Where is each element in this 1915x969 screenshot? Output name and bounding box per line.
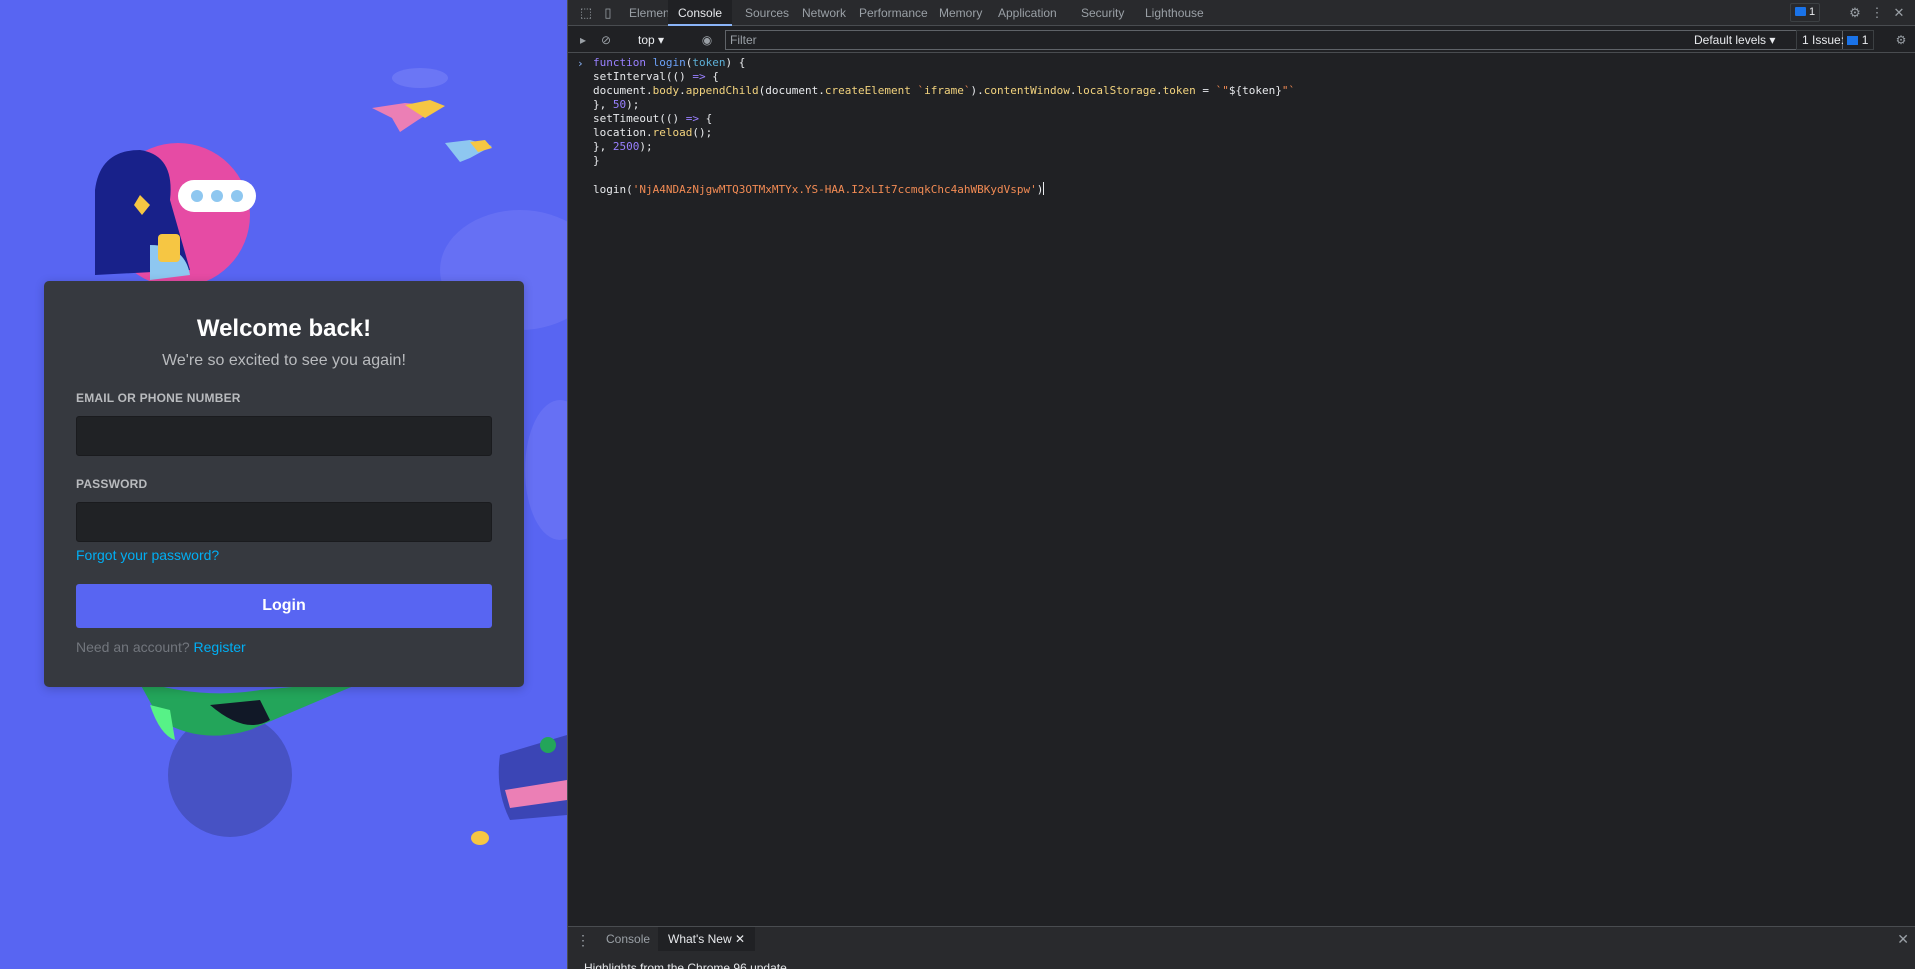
inspect-element-icon[interactable]: ⬚ [577, 4, 595, 22]
cloud-shape [392, 68, 448, 88]
live-expression-eye-icon[interactable]: ◉ [698, 31, 716, 49]
character-phone [158, 234, 180, 262]
more-options-icon[interactable]: ⋮ [1868, 4, 1886, 22]
issues-button[interactable]: 1 Issue: 1 [1796, 30, 1875, 50]
tab-memory[interactable]: Memory [929, 0, 992, 26]
context-label: top [638, 33, 655, 47]
tab-lighthouse[interactable]: Lighthouse [1135, 0, 1214, 26]
bubble-dot [231, 190, 243, 202]
login-title: Welcome back! [196, 315, 372, 342]
devtools-tabbar: ⬚ ▯ Elements Console Sources Network Per… [568, 0, 1915, 26]
console-prompt-chevron-icon: › [577, 57, 584, 70]
text-cursor [1043, 182, 1045, 195]
sidebar-toggle-icon[interactable]: ▸ [574, 31, 592, 49]
drawer-menu-icon[interactable]: ⋮ [576, 932, 590, 949]
code-line: function login(token) { [593, 56, 746, 69]
login-card: Welcome back! We're so excited to see yo… [44, 281, 524, 687]
console-settings-gear-icon[interactable]: ⚙ [1892, 31, 1910, 49]
bubble-dot [211, 190, 223, 202]
tab-network[interactable]: Network [792, 0, 856, 26]
decor-drop [471, 831, 489, 845]
close-devtools-icon[interactable]: ✕ [1890, 4, 1908, 22]
bubble-dot [191, 190, 203, 202]
decor-knob [540, 737, 556, 753]
device-toolbar-icon[interactable]: ▯ [599, 4, 617, 22]
need-account-text: Need an account? Register [76, 639, 246, 655]
close-drawer-icon[interactable]: ✕ [1897, 931, 1909, 948]
email-input[interactable] [76, 416, 492, 456]
code-line: setInterval(() => { [593, 70, 719, 83]
issue-message-icon [1847, 36, 1859, 45]
drawer-tab-whats-new[interactable]: What's New ✕ [658, 927, 756, 951]
code-line: location.reload(); [593, 126, 713, 139]
whats-new-heading: Highlights from the Chrome 96 update [584, 961, 787, 969]
login-button[interactable]: Login [76, 584, 492, 628]
code-line: document.body.appendChild(document.creat… [593, 84, 1296, 97]
log-levels-label: Default levels [1694, 33, 1767, 47]
devtools-drawer: ⋮ Console What's New ✕ ✕ Highlights from… [568, 926, 1915, 969]
drawer-tab-whats-new-label: What's New [668, 932, 732, 946]
cloud-shape [525, 400, 567, 540]
register-link[interactable]: Register [194, 639, 246, 655]
console-toolbar: ▸ ⊘ top ▾ ◉ Default levels ▾ 1 Issue: 1 … [568, 27, 1915, 53]
console-output[interactable]: › function login(token) { setInterval(()… [568, 54, 1915, 924]
code-line: login('NjA4NDAzNjgwMTQ3OTMxMTYx.YS-HAA.I… [593, 182, 1045, 196]
code-line: }, 2500); [593, 140, 653, 153]
settings-gear-icon[interactable]: ⚙ [1846, 4, 1864, 22]
messages-badge[interactable]: 1 [1790, 3, 1821, 22]
need-account-label: Need an account? [76, 639, 190, 655]
forgot-password-link[interactable]: Forgot your password? [76, 547, 219, 563]
email-label: EMAIL OR PHONE NUMBER [76, 391, 241, 405]
console-filter-input[interactable] [725, 30, 1843, 50]
close-tab-icon[interactable]: ✕ [735, 932, 745, 946]
issues-count: 1 [1861, 33, 1869, 47]
issues-label: 1 Issue: [1802, 33, 1845, 47]
login-page: Welcome back! We're so excited to see yo… [0, 0, 567, 969]
tab-performance[interactable]: Performance [849, 0, 938, 26]
tab-security[interactable]: Security [1071, 0, 1134, 26]
password-label: PASSWORD [76, 477, 148, 491]
tab-sources[interactable]: Sources [735, 0, 799, 26]
code-line: } [593, 154, 600, 167]
message-icon [1795, 7, 1806, 16]
context-selector[interactable]: top ▾ [638, 31, 664, 49]
drawer-tab-console[interactable]: Console [596, 927, 660, 951]
decor-object [498, 735, 567, 820]
password-input[interactable] [76, 502, 492, 542]
tab-application[interactable]: Application [988, 0, 1067, 26]
log-levels-dropdown[interactable]: Default levels ▾ [1694, 31, 1775, 49]
code-line: }, 50); [593, 98, 640, 111]
code-line: setTimeout(() => { [593, 112, 713, 125]
devtools-panel: ⬚ ▯ Elements Console Sources Network Per… [567, 0, 1915, 969]
clear-console-icon[interactable]: ⊘ [597, 31, 615, 49]
login-subtitle: We're so excited to see you again! [162, 352, 406, 369]
messages-count: 1 [1809, 6, 1816, 18]
tab-console[interactable]: Console [668, 0, 733, 26]
